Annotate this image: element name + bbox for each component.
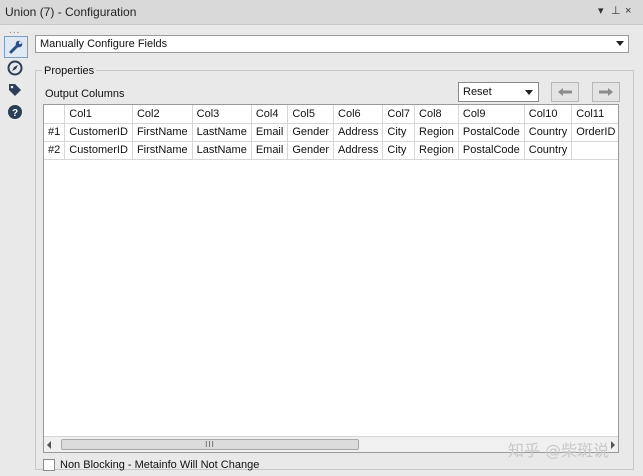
table-cell[interactable]: Email (251, 141, 289, 160)
properties-label: Properties (42, 65, 97, 77)
table-cell[interactable]: City (382, 141, 416, 160)
col-header[interactable]: Col11 (571, 105, 618, 124)
watermark: 知乎 @柴斑说 (508, 441, 610, 460)
move-left-button[interactable] (551, 82, 579, 102)
chevron-down-icon (525, 90, 533, 95)
table-cell[interactable]: Country (524, 141, 573, 160)
configure-mode-value: Manually Configure Fields (40, 38, 168, 50)
reset-select[interactable]: Reset (458, 82, 539, 102)
col-header[interactable]: Col2 (132, 105, 193, 124)
table-cell[interactable]: City (382, 123, 416, 142)
table-cell[interactable]: FirstName (132, 141, 193, 160)
row-header: #1 (44, 123, 66, 142)
table-cell[interactable]: PostalCode (458, 141, 525, 160)
title-bar: Union (7) - Configuration ▾ ⊥ × (0, 0, 643, 25)
header-row: Col1 Col2 Col3 Col4 Col5 Col6 Col7 Col8 … (44, 105, 618, 124)
left-icon-rail: ... ? (0, 25, 32, 476)
table-cell[interactable]: Gender (287, 141, 335, 160)
help-icon[interactable]: ? (4, 102, 26, 122)
window-title: Union (7) - Configuration (5, 5, 137, 19)
output-columns-label: Output Columns (45, 88, 125, 100)
row-header: #2 (44, 141, 66, 160)
col-header[interactable]: Col7 (382, 105, 416, 124)
col-header[interactable]: Col4 (251, 105, 289, 124)
col-header[interactable]: Col1 (64, 105, 133, 124)
wrench-icon[interactable] (4, 36, 28, 58)
col-header[interactable]: Col5 (287, 105, 335, 124)
reset-value: Reset (463, 86, 492, 98)
compass-icon[interactable] (4, 58, 26, 78)
columns-table: Col1 Col2 Col3 Col4 Col5 Col6 Col7 Col8 … (44, 105, 618, 160)
pin-button[interactable]: ⊥ (611, 4, 621, 18)
table-cell[interactable] (571, 141, 618, 160)
table-cell[interactable]: CustomerID (64, 141, 133, 160)
dropdown-menu-button[interactable]: ▾ (598, 4, 604, 18)
rail-grip: ... (9, 25, 21, 36)
table-cell[interactable]: FirstName (132, 123, 193, 142)
table-cell[interactable]: Country (524, 123, 573, 142)
move-right-button[interactable] (592, 82, 620, 102)
table-cell[interactable]: Gender (287, 123, 335, 142)
table-cell[interactable]: Region (414, 123, 459, 142)
col-header[interactable]: Col10 (524, 105, 573, 124)
right-arrow-icon (599, 88, 613, 96)
corner-cell (44, 105, 66, 124)
table-cell[interactable]: LastName (192, 141, 252, 160)
table-row[interactable]: #1 CustomerID FirstName LastName Email G… (44, 123, 618, 142)
table-cell[interactable]: Address (333, 141, 384, 160)
table-cell[interactable]: PostalCode (458, 123, 525, 142)
table-cell[interactable]: Email (251, 123, 289, 142)
scrollbar-thumb[interactable]: III (61, 439, 359, 450)
col-header[interactable]: Col3 (192, 105, 252, 124)
close-button[interactable]: × (625, 4, 631, 18)
configure-mode-select[interactable]: Manually Configure Fields (35, 35, 629, 53)
table-cell[interactable]: CustomerID (64, 123, 133, 142)
col-header[interactable]: Col8 (414, 105, 459, 124)
col-header[interactable]: Col6 (333, 105, 384, 124)
table-cell[interactable]: Region (414, 141, 459, 160)
table-cell[interactable]: LastName (192, 123, 252, 142)
left-arrow-icon (558, 88, 572, 96)
table-cell[interactable]: Address (333, 123, 384, 142)
col-header[interactable]: Col9 (458, 105, 525, 124)
scroll-right-icon[interactable] (611, 441, 615, 449)
chevron-down-icon (616, 41, 624, 46)
tag-icon[interactable] (4, 80, 26, 100)
non-blocking-label: Non Blocking - Metainfo Will Not Change (60, 459, 260, 471)
table-cell[interactable]: OrderID (571, 123, 618, 142)
scroll-left-icon[interactable] (47, 441, 51, 449)
output-columns-grid[interactable]: Col1 Col2 Col3 Col4 Col5 Col6 Col7 Col8 … (43, 104, 619, 453)
svg-text:?: ? (12, 108, 18, 119)
non-blocking-checkbox[interactable] (43, 459, 55, 471)
table-row[interactable]: #2 CustomerID FirstName LastName Email G… (44, 141, 618, 160)
